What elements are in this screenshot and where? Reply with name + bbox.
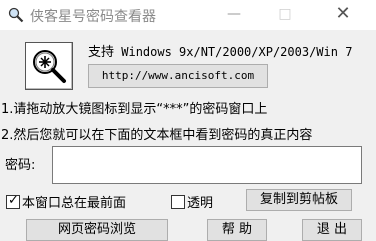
web-password-browse-button[interactable]: 网页密码浏览 (26, 219, 168, 241)
website-link-button[interactable]: http://www.ancisoft.com (88, 64, 268, 88)
checkbox-box[interactable] (171, 195, 185, 209)
password-label: 密码: (5, 158, 36, 173)
instruction-step-2: 2.然后您就可以在下面的文本框中看到密码的真正内容 (1, 128, 313, 143)
maximize-button[interactable]: □ (262, 0, 308, 30)
transparent-checkbox[interactable]: 透明 (171, 192, 214, 211)
always-on-top-checkbox[interactable]: ✓ 本窗口总在最前面 (6, 192, 127, 211)
supported-os-text: Windows 9x/NT/2000/XP/2003/Win 7 (114, 45, 353, 59)
checkbox-box[interactable]: ✓ (6, 193, 20, 209)
support-text: 支持 Windows 9x/NT/2000/XP/2003/Win 7 (88, 41, 352, 60)
checkmark-icon: ✓ (8, 193, 19, 208)
support-label: 支持 (88, 45, 115, 60)
help-button[interactable]: 帮 助 (207, 219, 267, 241)
title-bar: 侠客星号密码查看器 — □ ✕ (0, 0, 376, 30)
window-title: 侠客星号密码查看器 (30, 9, 156, 25)
instruction-step-1: 1.请拖动放大镜图标到显示“***”的密码窗口上 (1, 102, 268, 117)
always-on-top-label: 本窗口总在最前面 (22, 196, 127, 211)
magnifier-key-icon (8, 7, 24, 23)
magnifier-star-icon (33, 50, 66, 83)
minimize-button[interactable]: — (211, 0, 257, 30)
drag-magnifier-target[interactable] (25, 42, 73, 90)
password-field[interactable] (52, 146, 362, 184)
close-button[interactable]: ✕ (320, 0, 366, 30)
exit-button[interactable]: 退 出 (302, 219, 362, 241)
transparent-label: 透明 (187, 196, 214, 211)
copy-to-clipboard-button[interactable]: 复制到剪帖板 (246, 189, 352, 211)
